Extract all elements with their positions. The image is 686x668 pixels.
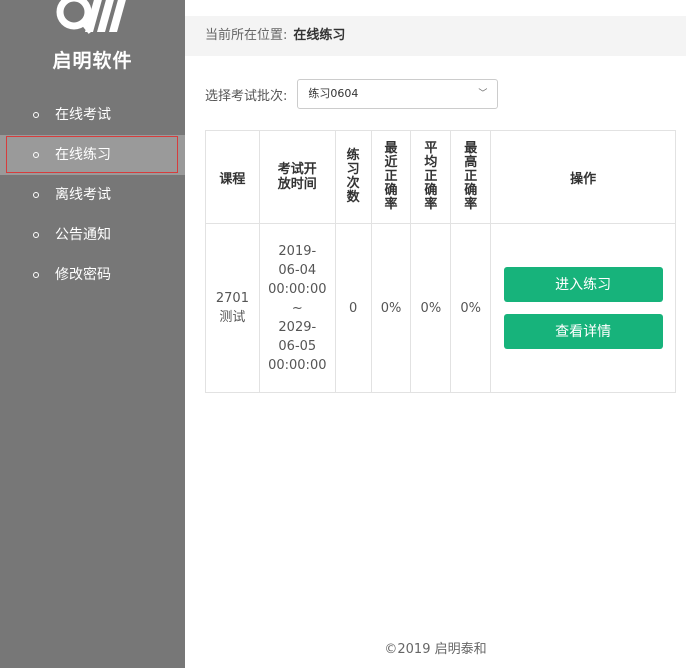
bullet-icon: [33, 152, 39, 158]
chevron-down-icon: ﹀: [478, 89, 488, 99]
bullet-icon: [33, 112, 39, 118]
sidebar-item-offline-exam[interactable]: 离线考试: [0, 175, 185, 215]
bullet-icon: [33, 232, 39, 238]
header-course: 课程: [205, 130, 260, 224]
main-content: 当前所在位置: 在线练习 选择考试批次: 练习0604 ﹀ 课程 考试开放时间 练…: [185, 0, 686, 668]
table-row: 2701测试 2019- 06-04 00:00:00 ~ 2029- 06-0…: [205, 223, 676, 393]
cell-recent-accuracy: 0%: [370, 223, 412, 393]
table-header-row: 课程 考试开放时间 练习次数 最近正确率 平均正确率 最高正确率 操作: [205, 130, 676, 224]
bullet-icon: [33, 272, 39, 278]
logo-mark-icon: [56, 0, 126, 34]
batch-filter-label: 选择考试批次:: [205, 88, 288, 104]
sidebar-item-label: 在线考试: [55, 107, 111, 123]
brand-name: 启明软件: [52, 50, 133, 72]
cell-avg-accuracy: 0%: [410, 223, 452, 393]
batch-filter: 选择考试批次: 练习0604 ﹀: [205, 78, 499, 110]
header-recent-accuracy: 最近正确率: [370, 130, 412, 224]
breadcrumb-prefix: 当前所在位置:: [205, 28, 288, 43]
sidebar-nav: 在线考试 在线练习 离线考试 公告通知 修改密码: [0, 95, 185, 295]
enter-practice-button[interactable]: 进入练习: [503, 267, 663, 302]
header-practice-count: 练习次数: [334, 130, 372, 224]
footer-copyright: ©2019 启明泰和: [384, 642, 487, 657]
cell-max-accuracy: 0%: [450, 223, 492, 393]
header-actions: 操作: [490, 130, 676, 224]
breadcrumb: 当前所在位置: 在线练习: [185, 16, 686, 56]
batch-select[interactable]: 练习0604 ﹀: [297, 79, 499, 109]
cell-open-time: 2019- 06-04 00:00:00 ~ 2029- 06-05 00:00…: [258, 223, 336, 393]
header-max-accuracy: 最高正确率: [450, 130, 492, 224]
sidebar-item-notices[interactable]: 公告通知: [0, 215, 185, 255]
focus-outline: [6, 136, 178, 173]
practice-table: 课程 考试开放时间 练习次数 最近正确率 平均正确率 最高正确率 操作 2701…: [205, 130, 676, 393]
sidebar-item-online-practice[interactable]: 在线练习: [0, 135, 185, 175]
sidebar-item-label: 离线考试: [55, 187, 111, 203]
sidebar-item-label: 修改密码: [55, 267, 111, 283]
sidebar-item-label: 公告通知: [55, 227, 111, 243]
logo: 启明软件: [0, 0, 185, 80]
view-details-button[interactable]: 查看详情: [503, 314, 663, 349]
sidebar-item-online-exam[interactable]: 在线考试: [0, 95, 185, 135]
bullet-icon: [33, 192, 39, 198]
cell-practice-count: 0: [334, 223, 372, 393]
sidebar: 启明软件 在线考试 在线练习 离线考试 公告通知 修改密码: [0, 0, 185, 668]
batch-select-value: 练习0604: [308, 87, 359, 100]
breadcrumb-current: 在线练习: [293, 28, 346, 43]
cell-course: 2701测试: [205, 223, 260, 393]
sidebar-item-change-password[interactable]: 修改密码: [0, 255, 185, 295]
cell-actions: 进入练习 查看详情: [490, 223, 676, 393]
header-open-time: 考试开放时间: [258, 130, 336, 224]
header-avg-accuracy: 平均正确率: [410, 130, 452, 224]
